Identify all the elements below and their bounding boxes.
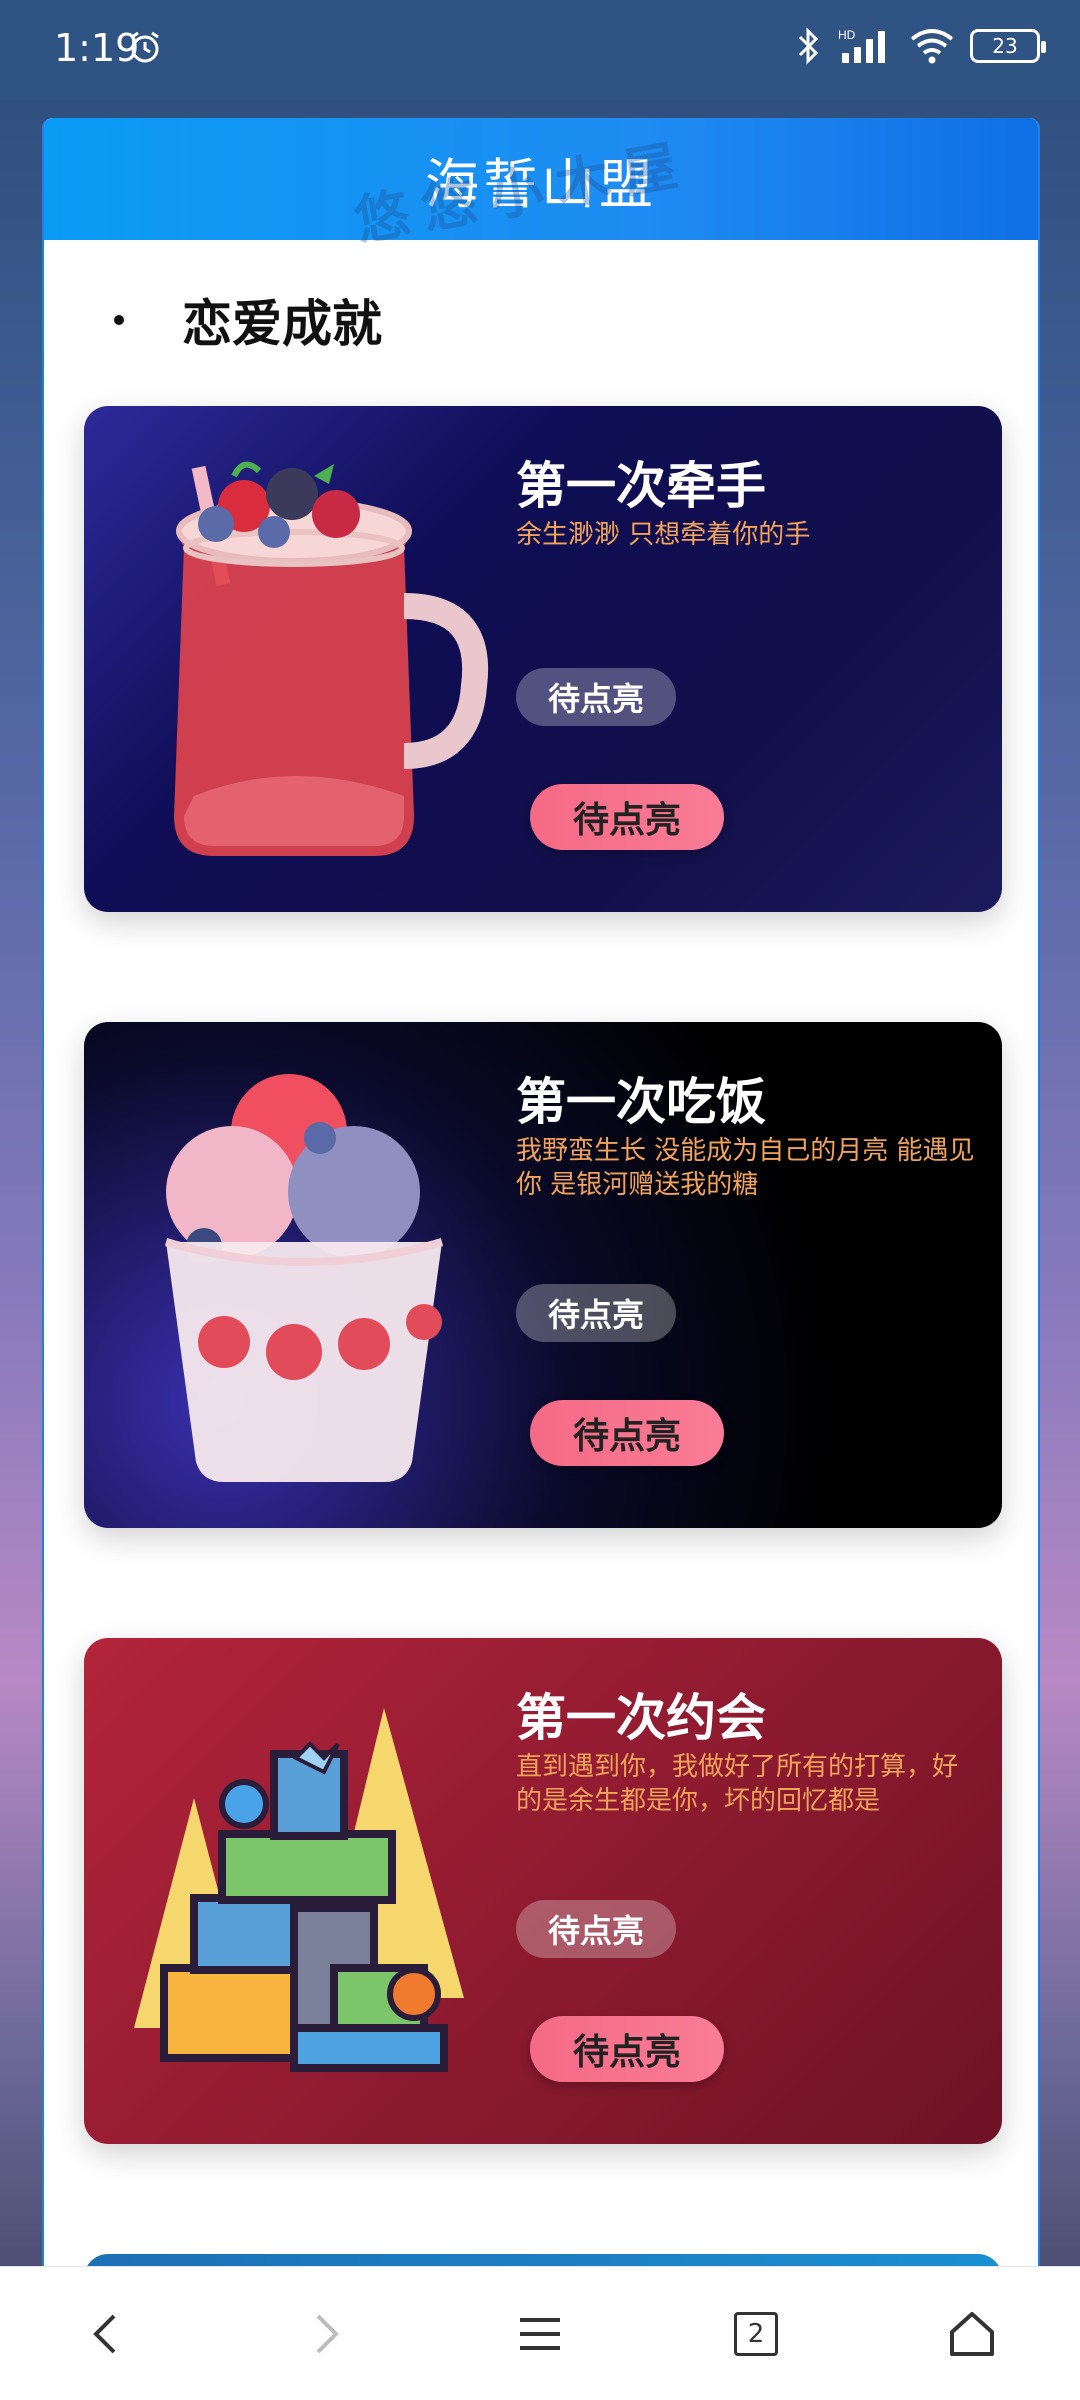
battery-indicator: 23 (970, 29, 1046, 63)
achievement-desc: 我野蛮生长 没能成为自己的月亮 能遇见你 是银河赠送我的糖 (516, 1136, 975, 1200)
home-icon (950, 2311, 994, 2356)
light-up-button[interactable]: 待点亮 (530, 1400, 724, 1466)
bullet-icon (114, 315, 124, 325)
alarm-icon (131, 31, 159, 63)
achievement-card-first-date: 第一次约会 直到遇到你，我做好了所有的打算，好的是余生都是你，坏的回忆都是 待点… (84, 1638, 1002, 2144)
achievement-desc: 直到遇到你，我做好了所有的打算，好的是余生都是你，坏的回忆都是 (516, 1752, 959, 1816)
bluetooth-icon (798, 27, 819, 65)
back-button[interactable] (63, 2289, 153, 2379)
browser-navbar: 2 (0, 2266, 1080, 2400)
chevron-right-icon (316, 2314, 339, 2353)
page-header: 悠悠小木屋 海誓山盟 (44, 118, 1038, 253)
light-up-button[interactable]: 待点亮 (530, 784, 724, 850)
menu-icon (520, 2317, 560, 2350)
section-title-text: 恋爱成就 (182, 295, 382, 353)
achievement-desc: 余生渺渺 只想牵着你的手 (516, 520, 811, 550)
tabs-count: 2 (734, 2311, 778, 2356)
wifi-icon (910, 29, 954, 64)
signal-icon: HD (838, 28, 885, 63)
gift-boxes-icon (134, 1708, 464, 2072)
status-icons: HD 23 (796, 26, 1046, 66)
achievement-title: 第一次约会 (516, 1689, 766, 1747)
achievement-title: 第一次牵手 (516, 457, 766, 515)
achievement-card-hold-hands: 第一次牵手 余生渺渺 只想牵着你的手 待点亮 待点亮 (84, 406, 1002, 912)
forward-button[interactable] (279, 2289, 369, 2379)
home-button[interactable] (927, 2289, 1017, 2379)
section-title: 恋爱成就 (114, 284, 382, 356)
status-badge: 待点亮 (516, 1900, 676, 1958)
ice-cream-cup-icon (164, 1074, 444, 1482)
status-badge: 待点亮 (516, 1284, 676, 1342)
status-bar: 1:19 HD 23 (0, 0, 1080, 100)
status-badge: 待点亮 (516, 668, 676, 726)
tabs-button[interactable]: 2 (711, 2289, 801, 2379)
achievement-title: 第一次吃饭 (516, 1073, 766, 1131)
status-time: 1:19 (54, 26, 140, 70)
achievement-card-first-meal: 第一次吃饭 我野蛮生长 没能成为自己的月亮 能遇见你 是银河赠送我的糖 待点亮 … (84, 1022, 1002, 1528)
page-card: 悠悠小木屋 海誓山盟 恋爱成就 第一次牵手 余生渺渺 只想牵着你的手 待点亮 待… (42, 118, 1040, 2268)
light-up-button[interactable]: 待点亮 (530, 2016, 724, 2082)
chevron-left-icon (93, 2314, 116, 2353)
network-label: HD (838, 28, 856, 42)
menu-button[interactable] (495, 2289, 585, 2379)
berry-drink-icon (174, 461, 489, 856)
